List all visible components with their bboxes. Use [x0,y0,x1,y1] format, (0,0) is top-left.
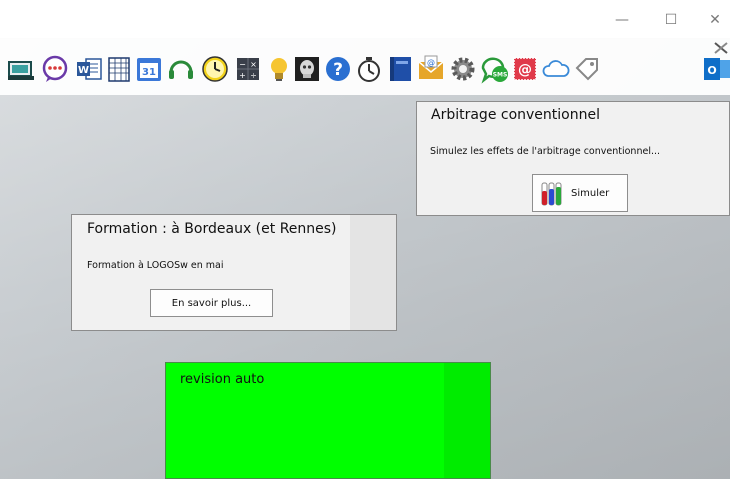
svg-text:×: × [250,60,257,69]
svg-text:31: 31 [142,67,156,78]
svg-text:@: @ [518,62,532,78]
grid-sheet-icon[interactable] [104,54,134,84]
simuler-button-label: Simuler [571,187,610,199]
headset-icon[interactable] [166,54,196,84]
calculator-icon[interactable]: − × + ÷ [233,54,263,84]
test-tubes-icon [539,179,565,207]
tools-icon[interactable] [712,40,730,54]
window-titlebar: — ☐ ✕ [0,0,730,38]
word-icon[interactable]: W [74,54,104,84]
svg-text:O: O [707,64,716,77]
formation-title: Formation : à Bordeaux (et Rennes) [87,221,337,237]
simuler-button[interactable]: Simuler [532,174,628,212]
arbitrage-panel: Arbitrage conventionnel Simulez les effe… [416,101,730,216]
help-icon[interactable]: ? [323,54,353,84]
svg-text:?: ? [333,60,343,80]
arbitrage-title: Arbitrage conventionnel [431,107,600,123]
sms-icon[interactable]: SMS [480,54,510,84]
arbitrage-description: Simulez les effets de l'arbitrage conven… [430,146,661,157]
formation-panel: Formation : à Bordeaux (et Rennes) Forma… [71,214,397,331]
toolbar: W 31 − × + ÷ ? @ SMS @ O [0,38,730,95]
google-calendar-icon[interactable]: 31 [134,54,164,84]
maximize-button[interactable]: ☐ [656,8,686,32]
settings-gear-icon[interactable] [448,54,478,84]
en-savoir-plus-button[interactable]: En savoir plus... [150,289,273,317]
svg-text:@: @ [427,58,435,67]
cloud-icon[interactable] [541,54,571,84]
outlook-icon[interactable]: O [702,54,730,84]
chat-bubble-icon[interactable] [40,54,70,84]
svg-text:SMS: SMS [493,72,508,79]
lightbulb-icon[interactable] [264,54,294,84]
email-envelope-icon[interactable]: @ [416,54,446,84]
tag-icon[interactable] [572,54,602,84]
revision-auto-label: revision auto [180,372,265,387]
mail-stamp-icon[interactable]: @ [510,54,540,84]
scanner-icon[interactable] [6,54,36,84]
formation-description: Formation à LOGOSw en mai [87,260,224,271]
minimize-button[interactable]: — [607,8,637,32]
svg-text:÷: ÷ [250,71,257,80]
xray-skull-icon[interactable] [292,54,322,84]
clock-icon[interactable] [200,54,230,84]
svg-text:W: W [78,65,89,76]
svg-text:+: + [239,71,246,80]
panel-shade [350,215,396,330]
revision-auto-tile[interactable]: revision auto [165,362,491,479]
close-button[interactable]: ✕ [700,8,730,32]
tile-shade [444,363,490,478]
timer-icon[interactable] [354,54,384,84]
notebook-icon[interactable] [386,54,416,84]
svg-text:−: − [239,60,246,69]
